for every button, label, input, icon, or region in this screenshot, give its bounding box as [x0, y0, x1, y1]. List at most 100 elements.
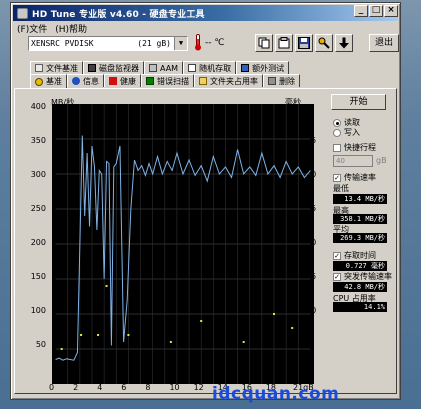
file-icon [35, 64, 43, 72]
access-time-point [97, 333, 100, 337]
radio-dot [333, 128, 341, 137]
transfer-rate-line [55, 135, 311, 361]
left-tick: 50 [35, 340, 46, 349]
burst-rate-label: 突发传输速率 [344, 272, 392, 281]
save-button[interactable] [295, 34, 313, 52]
temperature-readout: -- ℃ [205, 38, 225, 48]
tab-label: 健康 [120, 76, 136, 86]
window-title: HD Tune 专业版 v4.60 - 硬盘专业工具 [32, 9, 205, 20]
floppy-disk-icon [298, 37, 310, 49]
dice-icon [188, 64, 197, 72]
tab-label: 删除 [279, 76, 295, 86]
left-tick: 250 [30, 204, 46, 213]
tab-label: 错误扫描 [157, 76, 189, 86]
write-radio[interactable]: 写入 [333, 127, 360, 138]
tab-error-scan[interactable]: 错误扫描 [141, 74, 194, 87]
tab-label: 随机存取 [199, 63, 232, 73]
app-icon [17, 7, 28, 19]
access-time-checkbox[interactable]: ✓ 存取时间 [333, 250, 376, 261]
tab-label: 额外测试 [252, 63, 285, 73]
health-cross-icon [109, 77, 117, 85]
short-stroke-checkbox[interactable]: 快捷行程 [333, 142, 376, 153]
menu-file[interactable]: (F)文件 [17, 22, 47, 35]
left-tick: 150 [30, 272, 46, 281]
burst-rate-value: 42.8 MB/秒 [333, 282, 387, 292]
tab-folder-usage[interactable]: 文件夹占用率 [194, 74, 263, 87]
clipboard-icon [278, 37, 290, 49]
access-time-point [273, 312, 276, 316]
download-button[interactable] [335, 34, 353, 52]
trash-icon [268, 77, 276, 85]
max-value: 358.1 MB/秒 [333, 214, 387, 224]
tab-aam[interactable]: AAM [144, 61, 184, 74]
tab-row-2: 基准 信息 健康 错误扫描 文件夹占用率 删除 [30, 74, 300, 88]
menu-bar: (F)文件 (H)帮助 [13, 21, 398, 35]
drive-capacity: (21 gB) [137, 39, 171, 48]
thermometer-icon [195, 34, 201, 51]
exit-button[interactable]: 退出 [369, 34, 399, 52]
x-tick: 10 [169, 383, 180, 392]
transfer-rate-checkbox[interactable]: ✓ 传输速率 [333, 172, 376, 183]
tab-random-access[interactable]: 随机存取 [183, 61, 237, 74]
x-tick: 8 [145, 383, 151, 392]
checkbox-box: ✓ [333, 173, 341, 182]
arrow-down-icon [339, 37, 349, 49]
checkbox-box: ✓ [333, 272, 341, 281]
monitor-icon [88, 64, 96, 72]
menu-help[interactable]: (H)帮助 [55, 22, 87, 35]
left-tick: 200 [30, 238, 46, 247]
close-button[interactable]: × [384, 5, 398, 17]
x-tick: 4 [97, 383, 103, 392]
maximize-button[interactable]: □ [369, 5, 383, 17]
left-tick: 350 [30, 136, 46, 145]
short-stroke-input[interactable]: 40 [333, 155, 373, 167]
access-time-point [127, 333, 130, 337]
left-axis: 400 350 300 250 200 150 100 50 [22, 95, 46, 385]
burst-rate-checkbox[interactable]: ✓ 突发传输速率 [333, 271, 392, 282]
tab-info[interactable]: 信息 [67, 74, 104, 87]
access-time-value: 0.727 毫秒 [333, 261, 387, 271]
tab-label: 文件基准 [46, 63, 78, 73]
access-time-point [60, 347, 63, 351]
x-tick: 2 [73, 383, 79, 392]
tab-label: 磁盘监视器 [99, 63, 139, 73]
tab-row-1: 文件基准 磁盘监视器 AAM 随机存取 额外测试 [30, 61, 290, 74]
drive-name: XENSRC PVDISK [31, 39, 94, 48]
copy-screenshot-button[interactable] [275, 34, 293, 52]
checkbox-box: ✓ [333, 251, 341, 260]
access-time-point [242, 340, 245, 344]
graph-grid [55, 104, 311, 384]
left-tick: 300 [30, 170, 46, 179]
transfer-rate-label: 传输速率 [344, 173, 376, 182]
radio-dot [333, 118, 341, 127]
wrench-icon [318, 37, 330, 49]
folder-icon [199, 77, 207, 85]
start-button[interactable]: 开始 [331, 94, 386, 110]
min-value: 13.4 MB/秒 [333, 194, 387, 204]
tab-extra-tests[interactable]: 额外测试 [236, 61, 290, 74]
options-button[interactable] [315, 34, 333, 52]
copy-icon [258, 37, 270, 49]
short-stroke-unit: gB [376, 156, 387, 165]
tab-disk-monitor[interactable]: 磁盘监视器 [83, 61, 144, 74]
x-tick: 0 [49, 383, 55, 392]
avg-value: 269.3 MB/秒 [333, 233, 387, 243]
left-tick: 400 [30, 102, 46, 111]
title-bar[interactable]: HD Tune 专业版 v4.60 - 硬盘专业工具 [13, 5, 398, 21]
tab-benchmark[interactable]: 基准 [30, 74, 67, 88]
copy-text-button[interactable] [255, 34, 273, 52]
x-tick: 6 [121, 383, 127, 392]
error-scan-icon [146, 77, 154, 85]
drive-select[interactable]: XENSRC PVDISK (21 gB) ▼ [28, 36, 188, 51]
checkbox-box [333, 143, 341, 152]
minimize-button[interactable]: _ [354, 5, 368, 17]
benchmark-icon [35, 77, 43, 86]
tab-label: 信息 [83, 76, 99, 86]
tab-health[interactable]: 健康 [104, 74, 141, 87]
tab-file-benchmark[interactable]: 文件基准 [30, 61, 83, 74]
tab-erase[interactable]: 删除 [263, 74, 300, 87]
chevron-down-icon[interactable]: ▼ [174, 37, 187, 50]
tab-label: 基准 [46, 77, 62, 86]
access-time-point [291, 326, 294, 330]
cpu-value: 14.1% [333, 302, 387, 312]
